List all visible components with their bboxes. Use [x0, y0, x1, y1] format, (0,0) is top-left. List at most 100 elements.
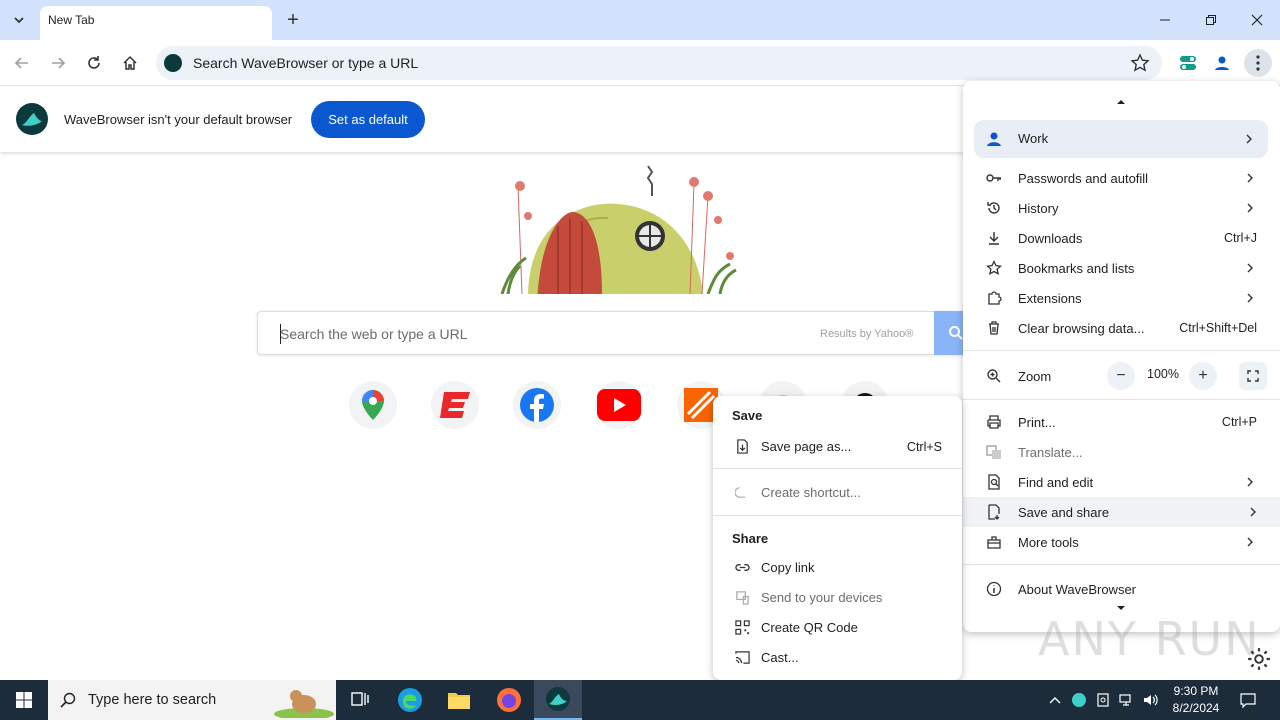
notification-icon	[1240, 693, 1256, 708]
volume-icon	[1144, 694, 1158, 706]
star-icon[interactable]	[1130, 53, 1150, 73]
submenu-item-save-page[interactable]: Save page as... Ctrl+S	[713, 432, 962, 462]
menu-item-zoom: Zoom	[973, 361, 1123, 391]
zoom-level: 100%	[1147, 367, 1179, 381]
taskbar-wavebrowser[interactable]	[534, 680, 582, 720]
tray-volume[interactable]	[1141, 690, 1161, 710]
menu-item-label: Downloads	[1018, 230, 1083, 246]
minimize-icon	[1160, 19, 1170, 21]
printer-icon	[987, 415, 1001, 429]
chevron-right-icon	[1247, 293, 1253, 303]
submenu-item-qr-code[interactable]: Create QR Code	[713, 613, 962, 643]
menu-item-label: Translate...	[1018, 444, 1083, 460]
menu-item-label: History	[1018, 200, 1059, 216]
submenu-item-label: Send to your devices	[761, 590, 883, 605]
gear-icon[interactable]	[1246, 646, 1272, 672]
scroll-down-icon	[1117, 606, 1125, 610]
wavebrowser-tray-icon	[1072, 693, 1086, 707]
menu-item-find-and-edit[interactable]: Find and edit	[973, 467, 1267, 497]
tab-strip: New Tab +	[0, 0, 1280, 40]
close-window-button[interactable]	[1245, 8, 1269, 32]
tray-wavebrowser[interactable]	[1069, 690, 1089, 710]
menu-item-about[interactable]: About WaveBrowser	[973, 574, 1267, 604]
zoom-out-button[interactable]: −	[1107, 362, 1135, 390]
taskbar-clock[interactable]: 9:30 PM 8/2/2024	[1164, 683, 1228, 717]
profile-name: Work	[1018, 131, 1049, 146]
fullscreen-button[interactable]	[1239, 362, 1267, 390]
taskbar-firefox[interactable]	[485, 680, 533, 720]
browser-main-menu: Work Passwords and autofill History Down…	[963, 81, 1280, 632]
menu-item-extensions[interactable]: Extensions	[973, 283, 1267, 313]
task-view-button[interactable]	[336, 680, 384, 720]
network-icon	[1119, 694, 1131, 706]
extensions-toolbar-button[interactable]	[1176, 51, 1200, 75]
cast-icon	[735, 651, 750, 664]
tray-network[interactable]	[1117, 690, 1137, 710]
clock-time: 9:30 PM	[1173, 684, 1219, 698]
set-as-default-button[interactable]: Set as default	[311, 101, 425, 138]
submenu-item-copy-link[interactable]: Copy link	[713, 553, 962, 583]
taskbar-file-explorer[interactable]	[435, 680, 483, 720]
submenu-item-create-shortcut[interactable]: Create shortcut...	[713, 478, 962, 508]
menu-item-label: Find and edit	[1018, 474, 1094, 490]
menu-item-more-tools[interactable]: More tools	[973, 527, 1267, 557]
forward-button[interactable]	[46, 51, 70, 75]
zoom-in-button[interactable]: +	[1189, 362, 1217, 390]
menu-item-label: Clear browsing data...	[1018, 320, 1145, 336]
notifications-button[interactable]	[1238, 690, 1258, 710]
save-and-share-submenu: Save Save page as... Ctrl+S Create short…	[713, 396, 962, 680]
chevron-right-icon	[1247, 477, 1253, 487]
tab-new-tab[interactable]: New Tab	[40, 6, 272, 40]
taskbar-edge[interactable]	[386, 680, 434, 720]
menu-button[interactable]	[1244, 49, 1272, 77]
kebab-menu-icon	[1256, 55, 1260, 71]
submenu-item-send-to-devices[interactable]: Send to your devices	[713, 583, 962, 613]
tray-overflow-button[interactable]	[1045, 690, 1065, 710]
trash-icon	[989, 321, 999, 335]
person-icon	[1215, 56, 1229, 70]
tab-search-button[interactable]	[6, 7, 32, 33]
shortcut-espn[interactable]	[431, 381, 479, 429]
arrow-left-icon	[14, 57, 28, 69]
back-button[interactable]	[10, 51, 34, 75]
menu-item-bookmarks[interactable]: Bookmarks and lists	[973, 253, 1267, 283]
close-icon	[1251, 14, 1263, 26]
menu-item-history[interactable]: History	[973, 193, 1267, 223]
submenu-item-cast[interactable]: Cast...	[713, 643, 962, 673]
taskbar-search[interactable]: Type here to search	[48, 680, 336, 720]
new-tab-button[interactable]: +	[282, 9, 304, 31]
submenu-item-label: Copy link	[761, 560, 815, 575]
default-browser-infobar: WaveBrowser isn't your default browser S…	[0, 87, 965, 152]
home-icon	[123, 55, 137, 70]
menu-divider	[963, 350, 1280, 351]
firefox-icon	[497, 688, 521, 712]
start-button[interactable]	[0, 680, 48, 720]
minimize-button[interactable]	[1153, 8, 1177, 32]
google-maps-icon	[362, 390, 384, 420]
web-search-box[interactable]: Search the web or type a URL Results by …	[257, 311, 968, 355]
reload-button[interactable]	[82, 51, 106, 75]
info-icon	[986, 581, 1002, 597]
facebook-icon	[520, 388, 554, 422]
menu-item-translate[interactable]: Translate...	[973, 437, 1267, 467]
tray-device[interactable]	[1093, 690, 1113, 710]
espn-icon	[440, 392, 470, 418]
home-button[interactable]	[118, 51, 142, 75]
shortcut-google-maps[interactable]	[349, 381, 397, 429]
menu-item-clear-browsing-data[interactable]: Clear browsing data... Ctrl+Shift+Del	[973, 313, 1267, 343]
profile-item-work[interactable]: Work	[974, 120, 1268, 158]
profile-button[interactable]	[1210, 51, 1234, 75]
search-provider-label: Results by Yahoo®	[820, 328, 914, 340]
address-bar[interactable]: Search WaveBrowser or type a URL	[156, 46, 1162, 80]
zoom-label: Zoom	[1018, 368, 1052, 384]
restore-button[interactable]	[1199, 8, 1223, 32]
wavebrowser-logo-icon	[16, 103, 48, 135]
shortcut-youtube[interactable]	[595, 381, 643, 429]
shortcut-facebook[interactable]	[513, 381, 561, 429]
menu-item-downloads[interactable]: Downloads Ctrl+J	[973, 223, 1267, 253]
menu-item-passwords[interactable]: Passwords and autofill	[973, 163, 1267, 193]
chevron-right-icon	[1247, 263, 1253, 273]
chevron-right-icon	[1247, 537, 1253, 547]
menu-item-save-and-share[interactable]: Save and share	[963, 497, 1280, 527]
menu-item-print[interactable]: Print... Ctrl+P	[973, 407, 1267, 437]
